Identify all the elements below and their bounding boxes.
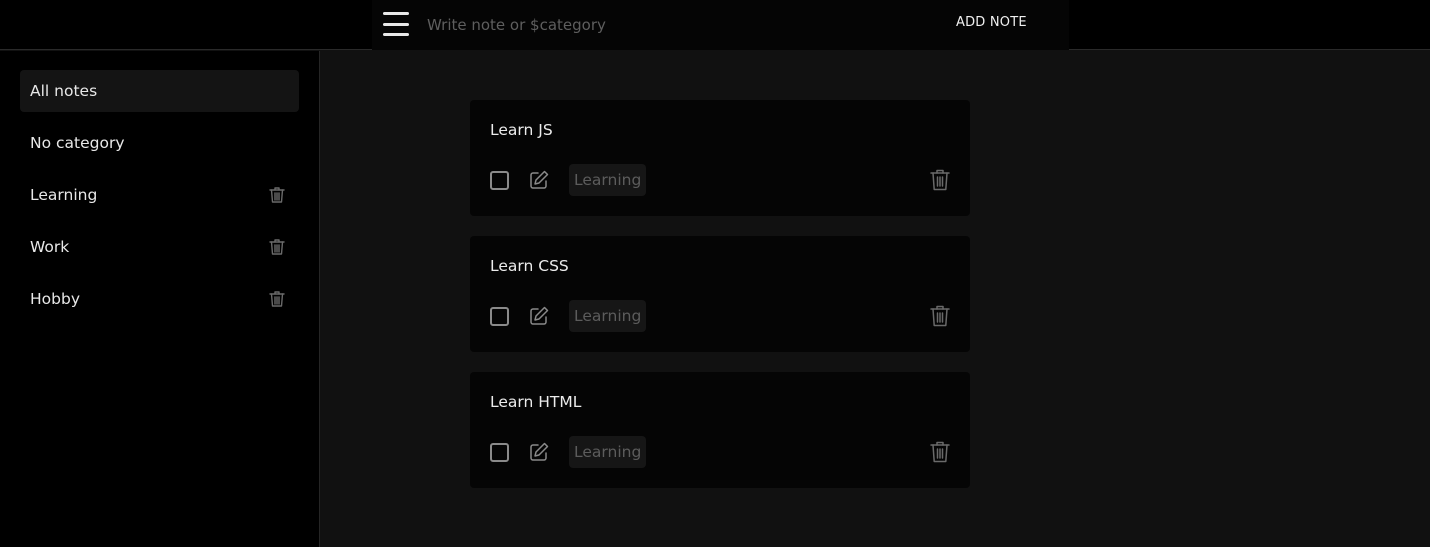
- sidebar-item-hobby[interactable]: Hobby: [20, 278, 299, 320]
- note-title: Learn HTML: [490, 393, 582, 411]
- sidebar-item-learning[interactable]: Learning: [20, 174, 299, 216]
- note-category-tag[interactable]: Learning: [569, 300, 647, 332]
- trash-icon[interactable]: [929, 168, 951, 192]
- sidebar-item-label: Work: [30, 238, 70, 256]
- note-title: Learn CSS: [490, 257, 569, 275]
- trash-icon[interactable]: [267, 289, 287, 309]
- note-done-checkbox[interactable]: [490, 171, 509, 190]
- note-entry-bar: ADD NOTE: [372, 0, 1069, 50]
- note-category-tag[interactable]: Learning: [569, 436, 647, 468]
- sidebar-item-work[interactable]: Work: [20, 226, 299, 268]
- sidebar-item-label: No category: [30, 134, 125, 152]
- notes-list: Learn JS Learning Learn CSS Learning Lea…: [320, 51, 1430, 547]
- trash-icon[interactable]: [267, 237, 287, 257]
- sidebar-item-label: Hobby: [30, 290, 80, 308]
- note-done-checkbox[interactable]: [490, 307, 509, 326]
- note-title: Learn JS: [490, 121, 553, 139]
- note-card: Learn CSS Learning: [470, 236, 970, 352]
- sidebar-item-label: Learning: [30, 186, 98, 204]
- note-category-tag[interactable]: Learning: [569, 164, 647, 196]
- sidebar-item-all-notes[interactable]: All notes: [20, 70, 299, 112]
- hamburger-menu-icon[interactable]: [383, 12, 409, 36]
- add-note-button[interactable]: ADD NOTE: [956, 15, 1027, 30]
- trash-icon[interactable]: [929, 440, 951, 464]
- sidebar-item-no-category[interactable]: No category: [20, 122, 299, 164]
- sidebar-item-label: All notes: [30, 82, 98, 100]
- edit-icon[interactable]: [528, 441, 550, 463]
- note-card: Learn HTML Learning: [470, 372, 970, 488]
- edit-icon[interactable]: [528, 169, 550, 191]
- note-card: Learn JS Learning: [470, 100, 970, 216]
- note-done-checkbox[interactable]: [490, 443, 509, 462]
- sidebar: All notes No category Learning Work Hobb…: [0, 51, 320, 547]
- trash-icon[interactable]: [267, 185, 287, 205]
- edit-icon[interactable]: [528, 305, 550, 327]
- trash-icon[interactable]: [929, 304, 951, 328]
- note-input[interactable]: [427, 10, 907, 40]
- top-bar: ADD NOTE: [0, 0, 1430, 50]
